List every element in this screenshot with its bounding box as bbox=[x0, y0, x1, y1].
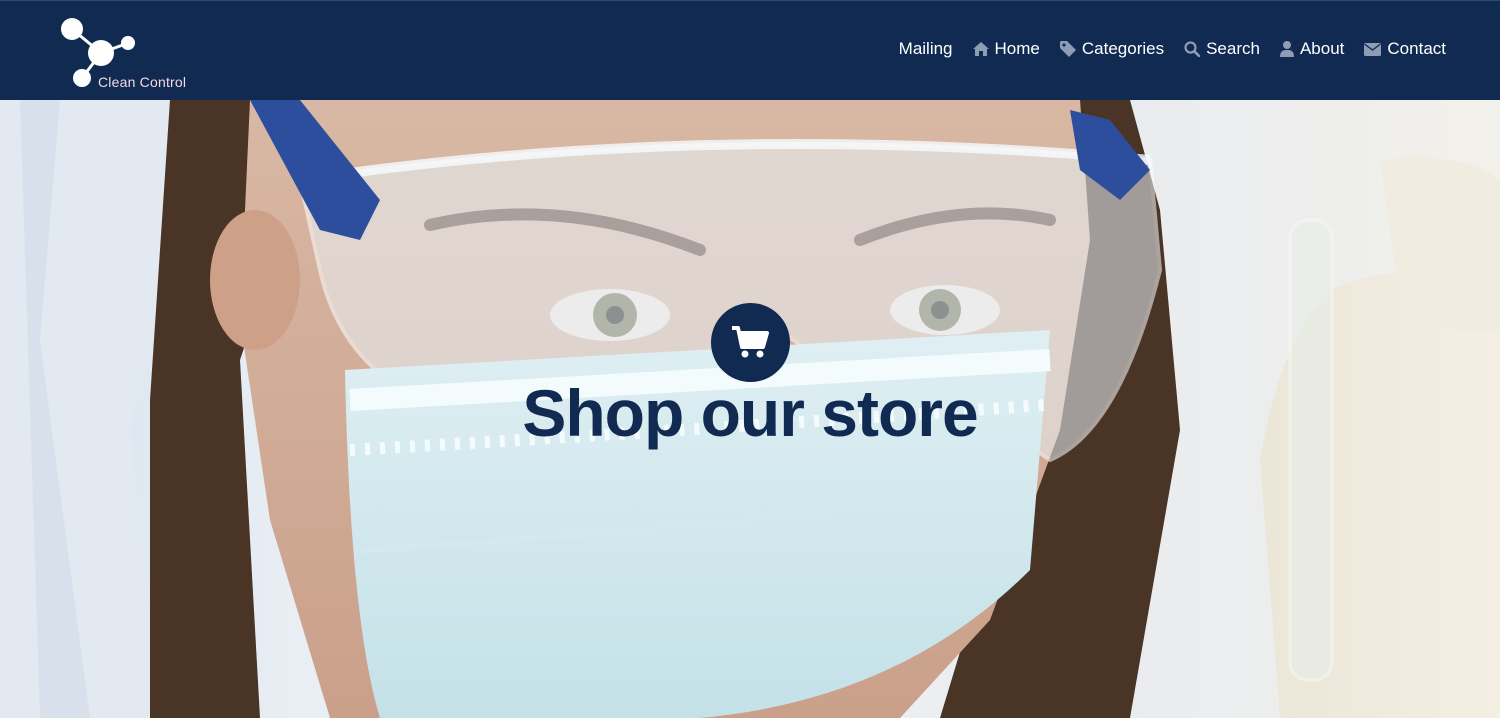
nav-item-label: Home bbox=[994, 39, 1040, 58]
nav-item-about[interactable]: About bbox=[1279, 39, 1345, 59]
page: Clean Control Mailing Home Categories Se… bbox=[0, 0, 1500, 718]
home-icon bbox=[972, 42, 989, 56]
nav-item-mailing[interactable]: Mailing bbox=[899, 39, 953, 59]
site-logo[interactable]: Clean Control bbox=[58, 13, 198, 93]
brand-name: Clean Control bbox=[98, 74, 187, 90]
nav-item-label: Contact bbox=[1387, 39, 1446, 58]
nav-item-contact[interactable]: Contact bbox=[1364, 39, 1446, 59]
nav-item-label: Mailing bbox=[898, 39, 953, 58]
hero-title: Shop our store bbox=[522, 376, 978, 450]
envelope-icon bbox=[1364, 42, 1382, 56]
cart-badge bbox=[711, 303, 790, 382]
user-icon bbox=[1279, 41, 1294, 57]
nav-item-label: About bbox=[1299, 39, 1345, 58]
search-icon bbox=[1184, 41, 1201, 57]
nav-item-home[interactable]: Home bbox=[972, 39, 1040, 59]
nav-item-label: Search bbox=[1206, 39, 1260, 58]
shopping-cart-icon bbox=[732, 326, 769, 358]
nav-item-search[interactable]: Search bbox=[1184, 39, 1260, 59]
site-header: Clean Control Mailing Home Categories Se… bbox=[0, 0, 1500, 100]
tag-icon bbox=[1059, 41, 1076, 57]
hero-banner: Shop our store bbox=[0, 100, 1500, 718]
nav-item-categories[interactable]: Categories bbox=[1059, 39, 1165, 59]
main-nav: Mailing Home Categories Search About Con… bbox=[899, 39, 1446, 59]
nav-item-label: Categories bbox=[1081, 39, 1165, 58]
